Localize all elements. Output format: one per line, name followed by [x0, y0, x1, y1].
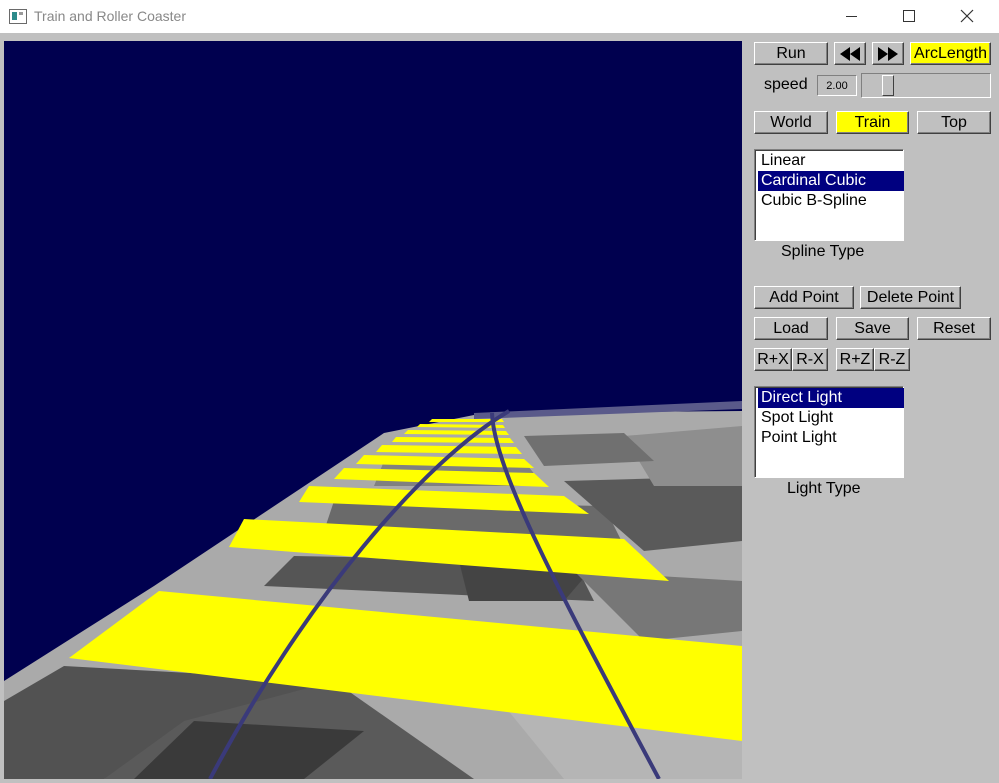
train-view-button[interactable]: Train: [836, 111, 909, 134]
save-button[interactable]: Save: [836, 317, 909, 340]
minimize-icon: [845, 15, 857, 17]
light-option-spot[interactable]: Spot Light: [758, 408, 904, 428]
3d-viewport[interactable]: [4, 41, 742, 779]
maximize-icon: [903, 10, 915, 22]
speed-label: speed: [764, 76, 808, 93]
delete-point-button[interactable]: Delete Point: [860, 286, 961, 309]
title-bar: Train and Roller Coaster: [0, 0, 999, 33]
rewind-icon: [840, 46, 860, 61]
spline-option-cubic-b-spline[interactable]: Cubic B-Spline: [758, 191, 904, 211]
rotate-plus-x-button[interactable]: R+X: [754, 348, 792, 371]
light-option-direct[interactable]: Direct Light: [758, 388, 904, 408]
spline-type-caption: Spline Type: [781, 243, 865, 260]
control-panel: Run ArcLength speed 2.00 World Train Top…: [744, 33, 999, 783]
add-point-button[interactable]: Add Point: [754, 286, 854, 309]
top-view-button[interactable]: Top: [917, 111, 991, 134]
fast-forward-icon: [878, 46, 898, 61]
light-type-list[interactable]: Direct Light Spot Light Point Light: [754, 386, 904, 478]
rewind-button[interactable]: [834, 42, 866, 65]
rotate-plus-z-button[interactable]: R+Z: [836, 348, 874, 371]
close-icon: [960, 9, 974, 23]
speed-slider[interactable]: [861, 73, 991, 98]
spline-option-linear[interactable]: Linear: [758, 151, 904, 171]
window-title: Train and Roller Coaster: [34, 8, 186, 24]
speed-value: 2.00: [817, 75, 857, 96]
spline-type-list[interactable]: Linear Cardinal Cubic Cubic B-Spline: [754, 149, 904, 241]
rotate-minus-x-button[interactable]: R-X: [792, 348, 828, 371]
maximize-button[interactable]: [886, 0, 932, 32]
light-type-caption: Light Type: [787, 480, 861, 497]
close-button[interactable]: [944, 0, 990, 32]
load-button[interactable]: Load: [754, 317, 828, 340]
track-scene: [4, 41, 742, 779]
app-icon: [9, 9, 27, 24]
reset-button[interactable]: Reset: [917, 317, 991, 340]
run-button[interactable]: Run: [754, 42, 828, 65]
fast-forward-button[interactable]: [872, 42, 904, 65]
spline-option-cardinal-cubic[interactable]: Cardinal Cubic: [758, 171, 904, 191]
speed-slider-knob[interactable]: [882, 75, 894, 96]
minimize-button[interactable]: [828, 0, 874, 32]
light-option-point[interactable]: Point Light: [758, 428, 904, 448]
rotate-minus-z-button[interactable]: R-Z: [874, 348, 910, 371]
arclength-toggle[interactable]: ArcLength: [910, 42, 991, 65]
world-view-button[interactable]: World: [754, 111, 828, 134]
